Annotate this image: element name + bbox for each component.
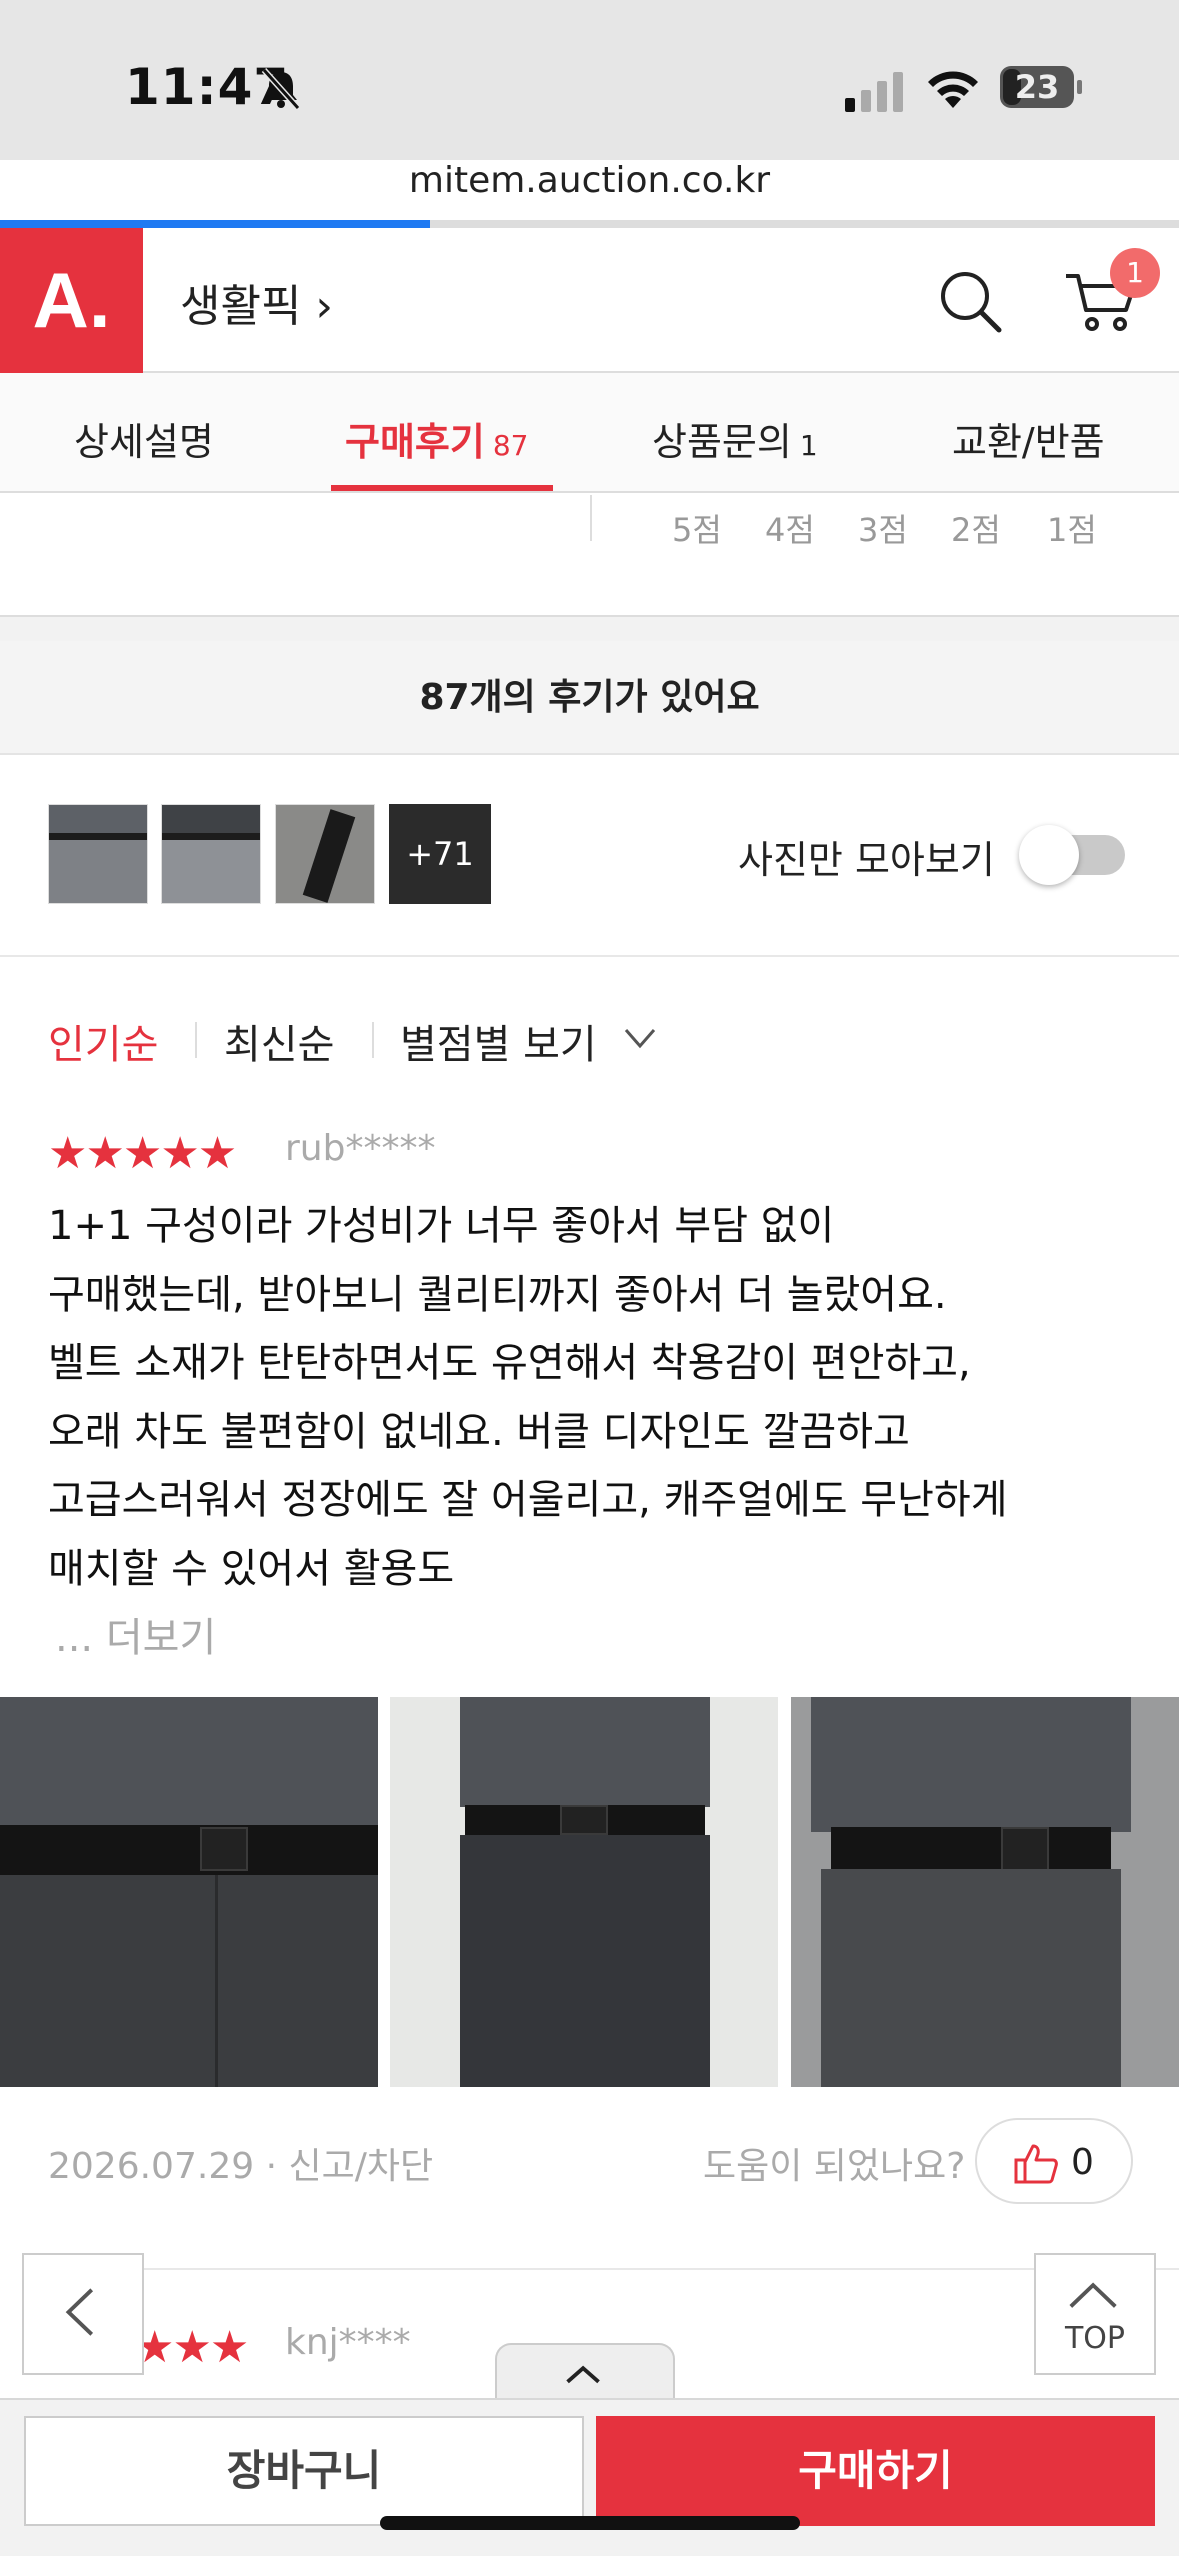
read-more-link[interactable]: ... 더보기 — [55, 1605, 216, 1663]
review-line: 고급스러워서 정장에도 잘 어울리고, 캐주얼에도 무난하게 — [48, 1477, 1008, 1523]
wifi-icon — [928, 71, 978, 108]
battery-level: 23 — [1014, 68, 1060, 106]
chevron-up-icon — [566, 2365, 600, 2384]
helpful-like-button[interactable]: 0 — [975, 2118, 1133, 2204]
back-button[interactable] — [22, 2253, 144, 2375]
thumbs-up-icon — [1014, 2144, 1058, 2184]
rating-filter-5[interactable]: 5점 — [672, 505, 722, 551]
product-tabs: 상세설명 구매후기 87 상품문의 1 교환/반품 — [0, 373, 1179, 493]
buy-now-button[interactable]: 구매하기 — [596, 2416, 1155, 2526]
photo-only-toggle[interactable] — [1019, 825, 1125, 885]
more-photos-button[interactable]: +71 — [389, 804, 491, 904]
battery-icon: 23 — [1000, 66, 1082, 108]
sort-popular[interactable]: 인기순 — [48, 1012, 158, 1070]
review-photo-thumb[interactable] — [48, 804, 148, 904]
tab-qna-count: 1 — [799, 429, 818, 462]
review-date-report[interactable]: 2026.07.29 · 신고/차단 — [48, 2137, 433, 2189]
review-line: 1+1 구성이라 가성비가 너무 좋아서 부담 없이 — [48, 1203, 835, 1249]
rating-filter-4[interactable]: 4점 — [765, 505, 815, 551]
like-count: 0 — [1071, 2142, 1094, 2183]
site-header: A. 생활픽 › 1 — [0, 228, 1179, 373]
status-bar: 11:47 23 mitem.auction.co.kr — [0, 0, 1179, 228]
review-star-rating: ★★★ — [135, 2322, 249, 2373]
rating-filter-2[interactable]: 2점 — [951, 505, 1001, 551]
review-line: 구매했는데, 받아보니 퀄리티까지 좋아서 더 놀랐어요. — [48, 1271, 947, 1318]
review-photo[interactable] — [791, 1697, 1179, 2087]
tab-reviews[interactable]: 구매후기 87 — [345, 411, 528, 466]
review-count-banner: 87개의 후기가 있어요 — [0, 641, 1179, 755]
rating-filter-3[interactable]: 3점 — [858, 505, 908, 551]
scroll-top-button[interactable]: TOP — [1034, 2253, 1156, 2375]
search-icon[interactable] — [935, 266, 1005, 336]
cellular-signal-icon — [845, 72, 903, 112]
review-photo-thumb[interactable] — [275, 804, 375, 904]
chevron-left-icon — [65, 2288, 94, 2336]
review-line: 벨트 소재가 탄탄하면서도 유연해서 착용감이 편안하고, — [48, 1340, 971, 1386]
review-photo-thumb[interactable] — [161, 804, 261, 904]
address-bar[interactable]: mitem.auction.co.kr — [0, 160, 1179, 201]
tab-qna[interactable]: 상품문의 1 — [652, 411, 818, 466]
chevron-up-icon — [1069, 2282, 1117, 2308]
page-load-progress — [0, 220, 1179, 228]
review-photo-strip: +71 사진만 모아보기 — [0, 757, 1179, 957]
reviewer-id: rub***** — [285, 1128, 436, 1169]
section-divider — [0, 615, 1179, 641]
review-line: 오래 차도 불편함이 없네요. 버클 디자인도 깔끔하고 — [48, 1408, 910, 1455]
review-body: 1+1 구성이라 가성비가 너무 좋아서 부담 없이 구매했는데, 받아보니 퀄… — [48, 1192, 1148, 1603]
top-label: TOP — [1064, 2321, 1126, 2356]
tab-reviews-count: 87 — [492, 429, 529, 462]
sort-by-rating[interactable]: 별점별 보기 — [400, 1012, 597, 1070]
reviewer-id: knj**** — [285, 2322, 411, 2363]
photo-only-label: 사진만 모아보기 — [738, 838, 995, 882]
rating-filter-row: 5점 4점 3점 2점 1점 — [0, 495, 1179, 615]
home-indicator[interactable] — [380, 2516, 800, 2530]
auction-logo[interactable]: A. — [0, 228, 143, 373]
review-star-rating: ★★★★★ — [48, 1128, 237, 1179]
silent-bell-icon — [261, 67, 301, 111]
review-photo[interactable] — [390, 1697, 778, 2087]
active-tab-indicator — [331, 485, 553, 491]
purchase-bar: 장바구니 구매하기 — [0, 2398, 1179, 2556]
tab-exchange-return[interactable]: 교환/반품 — [952, 411, 1105, 466]
cart-count-badge: 1 — [1110, 248, 1160, 298]
tab-detail[interactable]: 상세설명 — [74, 411, 214, 466]
sort-options: 인기순 최신순 별점별 보기 — [0, 1000, 1179, 1080]
helpful-question: 도움이 되었나요? — [703, 2146, 966, 2187]
expand-panel-handle[interactable] — [495, 2343, 675, 2405]
chevron-down-icon[interactable] — [622, 1020, 658, 1056]
review-line: 매치할 수 있어서 활용도 — [48, 1545, 455, 1592]
add-to-cart-button[interactable]: 장바구니 — [24, 2416, 584, 2526]
sort-latest[interactable]: 최신순 — [224, 1012, 334, 1070]
rating-filter-1[interactable]: 1점 — [1047, 505, 1097, 551]
category-link[interactable]: 생활픽 › — [180, 270, 333, 334]
review-photo[interactable] — [0, 1697, 378, 2087]
